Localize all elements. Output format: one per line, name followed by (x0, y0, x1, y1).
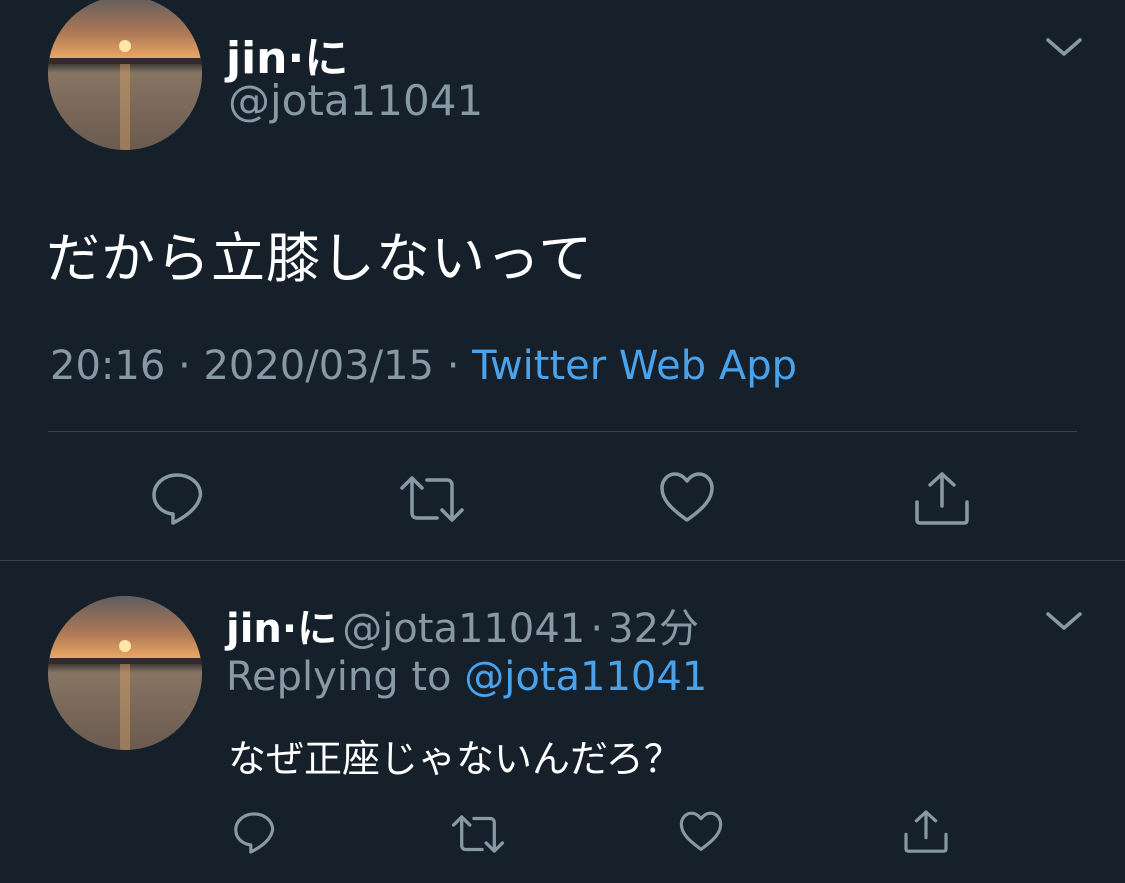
share-icon[interactable] (912, 470, 972, 528)
tweet-text: なぜ正座じゃないんだろ？ (228, 737, 682, 781)
tweet-age[interactable]: 32分 (608, 606, 699, 652)
tweet-source-link[interactable]: Twitter Web App (472, 343, 797, 389)
divider (0, 560, 1125, 561)
meta-separator: · (446, 343, 460, 389)
chevron-down-icon[interactable] (1044, 606, 1084, 636)
meta-separator: · (178, 343, 191, 389)
retweet-icon[interactable] (450, 812, 506, 856)
display-name[interactable]: jin·に (226, 606, 337, 652)
tweet-thread: jin·に @jota11041 だから立膝しないって 20:16 · 2020… (0, 0, 1125, 883)
heart-icon[interactable] (658, 470, 716, 526)
chevron-down-icon[interactable] (1044, 32, 1084, 62)
reply-header: jin·に @jota11041 · 32分 (226, 596, 699, 654)
tweet-text: だから立膝しないって (46, 227, 594, 290)
tweet-date: 2020/03/15 (203, 343, 434, 389)
divider (48, 431, 1077, 432)
tweet-time: 20:16 (50, 343, 166, 389)
replying-prefix: Replying to (226, 654, 452, 700)
reply-icon[interactable] (148, 470, 206, 528)
mention-link[interactable]: @jota11041 (464, 654, 707, 700)
meta-separator: · (590, 606, 604, 652)
retweet-icon[interactable] (398, 472, 466, 526)
user-handle[interactable]: @jota11041 (228, 76, 483, 125)
tweet-meta: 20:16 · 2020/03/15 · Twitter Web App (50, 343, 797, 389)
avatar[interactable] (48, 596, 202, 750)
heart-icon[interactable] (678, 810, 724, 854)
replying-to: Replying to @jota11041 (226, 654, 707, 700)
share-icon[interactable] (902, 808, 950, 856)
user-handle[interactable]: @jota11041 (342, 606, 585, 652)
avatar[interactable] (48, 0, 202, 150)
reply-icon[interactable] (230, 810, 278, 856)
